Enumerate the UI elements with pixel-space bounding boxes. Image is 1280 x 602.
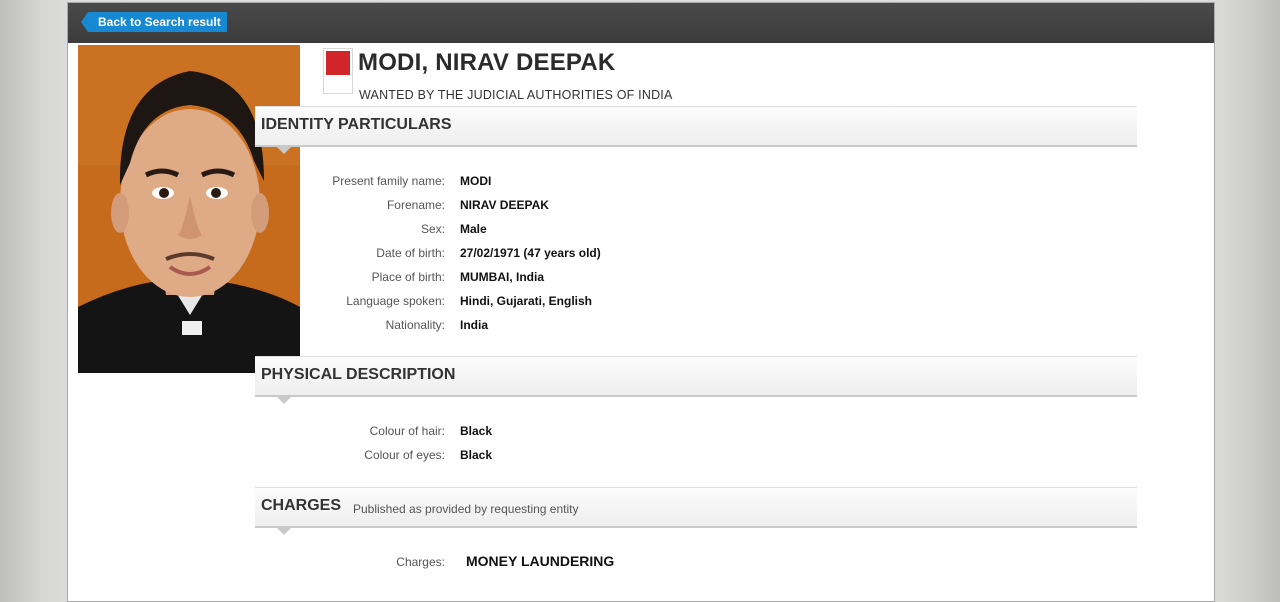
field-value: MODI	[460, 174, 492, 188]
top-bar: Back to Search result	[68, 3, 1214, 43]
field-date-of-birth: Date of birth: 27/02/1971 (47 years old)	[255, 246, 855, 266]
field-value: Male	[460, 222, 487, 236]
field-label: Forename:	[386, 198, 445, 212]
field-label: Date of birth:	[376, 246, 445, 260]
field-hair-colour: Colour of hair: Black	[255, 424, 855, 444]
field-value: Black	[460, 424, 493, 438]
field-label: Place of birth:	[371, 270, 445, 284]
person-name: MODI, NIRAV DEEPAK	[358, 49, 616, 76]
field-label: Sex:	[420, 222, 445, 236]
field-value: Black	[460, 448, 493, 462]
back-to-search-button[interactable]: Back to Search result	[81, 12, 227, 32]
field-label: Language spoken:	[346, 294, 445, 308]
field-label: Nationality:	[385, 318, 445, 332]
field-charges: Charges: MONEY LAUNDERING	[255, 553, 855, 573]
field-forename: Forename: NIRAV DEEPAK	[255, 198, 855, 218]
charges-section-subtitle: Published as provided by requesting enti…	[353, 502, 579, 516]
charges-section-title: CHARGES	[261, 497, 342, 514]
field-place-of-birth: Place of birth: MUMBAI, India	[255, 270, 855, 290]
identity-section-header: IDENTITY PARTICULARS	[255, 106, 1137, 154]
field-label: Colour of hair:	[369, 424, 445, 438]
field-eye-colour: Colour of eyes: Black	[255, 448, 855, 468]
identity-section-title: IDENTITY PARTICULARS	[261, 116, 452, 133]
field-label: Present family name:	[332, 174, 445, 188]
field-value: MONEY LAUNDERING	[466, 553, 615, 569]
field-nationality: Nationality: India	[255, 318, 855, 338]
physical-section-title: PHYSICAL DESCRIPTION	[261, 366, 456, 383]
field-value: 27/02/1971 (47 years old)	[460, 246, 601, 260]
field-family-name: Present family name: MODI	[255, 174, 855, 194]
interpol-emblem-icon	[323, 48, 353, 94]
field-language-spoken: Language spoken: Hindi, Gujarati, Englis…	[255, 294, 855, 314]
field-label: Colour of eyes:	[364, 448, 445, 462]
field-value: Hindi, Gujarati, English	[460, 294, 593, 308]
field-value: MUMBAI, India	[460, 270, 544, 284]
physical-section-header: PHYSICAL DESCRIPTION	[255, 356, 1137, 404]
wanted-by-text: WANTED BY THE JUDICIAL AUTHORITIES OF IN…	[359, 88, 673, 102]
field-value: NIRAV DEEPAK	[460, 198, 549, 212]
field-sex: Sex: Male	[255, 222, 855, 242]
field-label: Charges:	[396, 555, 445, 569]
charges-section-header: CHARGES Published as provided by request…	[255, 487, 1137, 535]
field-value: India	[460, 318, 489, 332]
